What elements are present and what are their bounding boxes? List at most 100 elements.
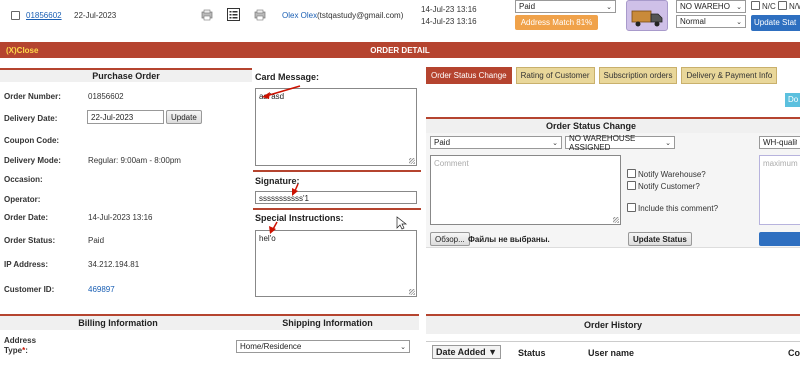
order-number-value: 01856602 [88, 92, 124, 101]
notify-customer-label: Notify Customer? [638, 182, 700, 191]
right-blue-action-button[interactable] [759, 232, 800, 246]
chevron-down-icon: ⌄ [736, 18, 742, 26]
special-instructions-text: hel'o [259, 234, 276, 243]
card-message-title: Card Message: [255, 72, 320, 82]
notify-customer-checkbox[interactable] [627, 181, 636, 190]
special-instructions-textarea[interactable]: hel'o [255, 230, 417, 297]
list-icon[interactable] [227, 8, 240, 21]
include-comment-checkbox[interactable] [627, 203, 636, 212]
status-change-select[interactable]: Paid ⌄ [430, 136, 562, 149]
print-label-icon[interactable] [254, 9, 266, 21]
chevron-down-icon: ⌄ [736, 3, 742, 11]
delivery-truck-icon[interactable] [626, 0, 668, 31]
priority-value: Normal [680, 17, 706, 26]
date-added-column[interactable]: Date Added ▼ [432, 345, 502, 359]
order-status-value: Paid [88, 236, 105, 245]
delivery-date-input[interactable]: 22-Jul-2023 [87, 110, 164, 124]
browse-file-button[interactable]: Обзор... [430, 232, 470, 246]
customer-id-link[interactable]: 469897 [88, 285, 115, 294]
address-match-badge: Address Match 81% [515, 15, 598, 30]
special-section-line [253, 208, 421, 210]
wh-quality-select[interactable]: WH-quality [759, 136, 800, 149]
order-tabs: Order Status Change Rating of Customer S… [426, 67, 778, 84]
top-update-status-button[interactable]: Update Stat [751, 15, 800, 31]
order-status-label: Order Status: [4, 236, 56, 245]
card-message-textarea[interactable]: asf'asd [255, 88, 417, 166]
customer-name-link[interactable]: Olex Olex [282, 11, 317, 20]
priority-select[interactable]: Normal ⌄ [676, 15, 746, 28]
comment-textarea[interactable]: Comment [430, 155, 621, 225]
order-date-value: 14-Jul-2023 13:16 [88, 213, 153, 222]
notify-warehouse-checkbox[interactable] [627, 169, 636, 178]
tab-delivery-payment-info[interactable]: Delivery & Payment Info [681, 67, 778, 84]
top-warehouse-select[interactable]: NO WAREHO ⌄ [676, 0, 746, 13]
shipping-address-type-select[interactable]: Home/Residence ⌄ [236, 340, 410, 353]
status-change-right-head [756, 117, 800, 133]
warehouse-assign-value: NO WAREHOUSE ASSIGNED [569, 133, 636, 152]
order-history-header-row: Date Added ▼ Status User name Co [426, 341, 800, 361]
billing-info-title: Billing Information [78, 318, 158, 328]
tab-subscription-orders[interactable]: Subscription orders [598, 67, 678, 84]
delivery-date-update-button[interactable]: Update [166, 110, 202, 124]
top-status-select[interactable]: Paid ⌄ [515, 0, 616, 13]
top-order-row: 01856602 22-Jul-2023 Olex Olex (tstqastu… [0, 0, 800, 34]
order-history-title: Order History [426, 314, 800, 334]
wh-quality-value: WH-quality [763, 138, 797, 147]
customer-email: (tstqastudy@gmail.com) [317, 11, 404, 20]
billing-shipping-header: Billing Information Shipping Information [0, 314, 419, 330]
order-number-label: Order Number: [4, 92, 61, 101]
max-length-textarea[interactable]: maximum le [759, 155, 800, 225]
customer-id-label: Customer ID: [4, 285, 55, 294]
nw-checkbox[interactable] [778, 1, 787, 10]
chevron-down-icon: ⌄ [400, 343, 406, 351]
ip-address-value: 34.212.194.81 [88, 260, 140, 269]
order-delivery-date: 22-Jul-2023 [74, 11, 117, 20]
address-type-label: Address Type*: [4, 336, 44, 356]
nw-label: N/W [789, 2, 800, 11]
include-comment-label: Include this comment? [638, 204, 719, 213]
status-change-value: Paid [434, 138, 451, 147]
resize-handle-icon[interactable] [409, 289, 415, 295]
card-message-text: asf'asd [259, 92, 285, 101]
chevron-down-icon: ⌄ [665, 139, 671, 147]
order-status-change-title: Order Status Change [426, 117, 756, 133]
warehouse-assign-select[interactable]: NO WAREHOUSE ASSIGNED ⌄ [565, 133, 675, 152]
status-column: Status [518, 348, 546, 358]
comment-placeholder: Comment [434, 159, 469, 168]
nc-checkbox[interactable] [751, 1, 760, 10]
max-length-placeholder: maximum le [763, 159, 800, 168]
chevron-down-icon: ⌄ [606, 3, 612, 11]
ip-address-label: IP Address: [4, 260, 49, 269]
chevron-down-icon: ⌄ [552, 139, 558, 147]
order-number-link[interactable]: 01856602 [26, 11, 62, 20]
mouse-cursor-icon [396, 216, 408, 230]
do-button[interactable]: Do [785, 93, 800, 107]
tab-rating-of-customer[interactable]: Rating of Customer [515, 67, 595, 84]
print-icon[interactable] [201, 9, 213, 21]
resize-handle-icon[interactable] [613, 217, 619, 223]
shipping-address-type-value: Home/Residence [240, 342, 302, 351]
row-select-checkbox[interactable] [11, 11, 20, 20]
top-warehouse-value: NO WAREHO [680, 2, 730, 11]
signature-section-line [253, 170, 421, 172]
address-type-colon: : [25, 346, 28, 355]
signature-label: Signature: [255, 176, 300, 186]
operator-label: Operator: [4, 195, 41, 204]
no-files-label: Файлы не выбраны. [468, 235, 550, 244]
tab-order-status-change[interactable]: Order Status Change [426, 67, 512, 84]
nc-label: N/C [762, 2, 776, 11]
shipping-info-title: Shipping Information [282, 318, 373, 328]
top-status-value: Paid [519, 2, 536, 11]
delivery-mode-value: Regular: 9:00am - 8:00pm [88, 156, 181, 165]
update-status-button[interactable]: Update Status [628, 232, 692, 246]
created-date: 14-Jul-23 13:16 [421, 5, 477, 14]
order-detail-title: ORDER DETAIL [370, 46, 430, 55]
occasion-label: Occasion: [4, 175, 43, 184]
order-date-label: Order Date: [4, 213, 49, 222]
resize-handle-icon[interactable] [409, 158, 415, 164]
modified-date: 14-Jul-23 13:16 [421, 17, 477, 26]
order-detail-bar: (X)Close ORDER DETAIL [0, 42, 800, 58]
signature-input[interactable]: sssssssssss'1 [255, 191, 417, 204]
address-type-text: Address Type [4, 336, 37, 355]
user-name-column: User name [588, 348, 635, 358]
